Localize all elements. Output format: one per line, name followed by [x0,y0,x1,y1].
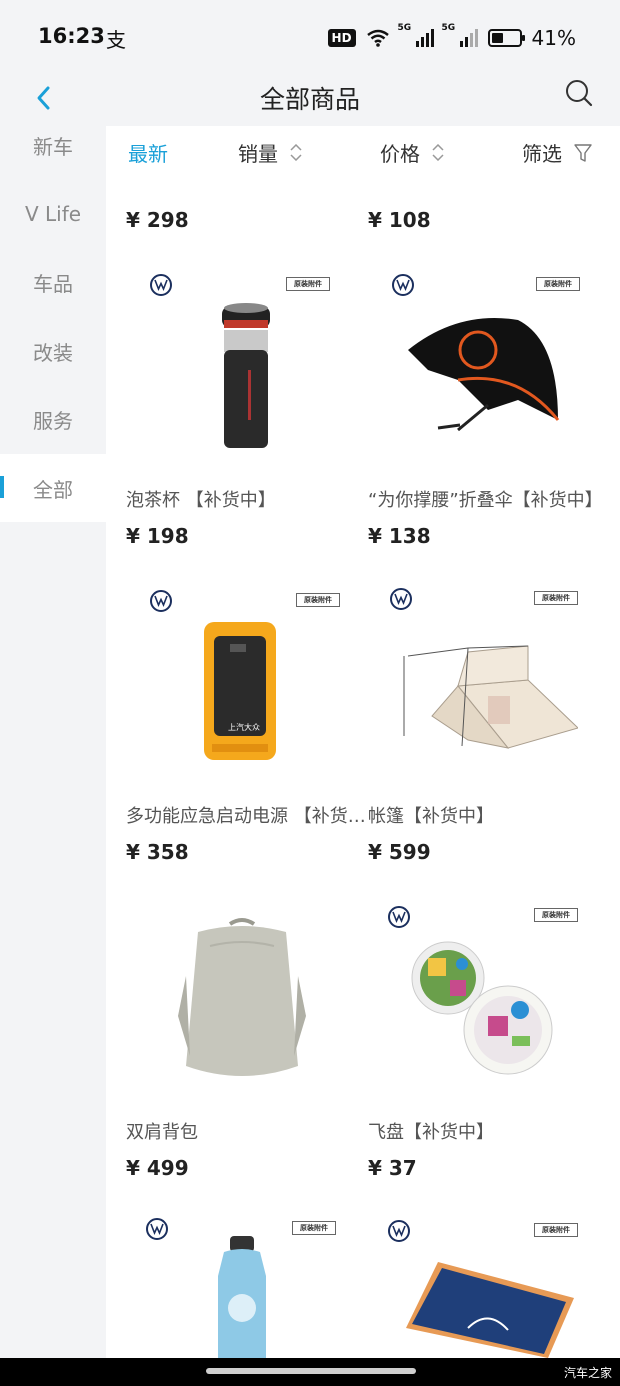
watermark: 汽车之家 [563,1366,612,1380]
sort-sales-label: 销量 [238,142,278,166]
product-list[interactable]: 最新 销量 价格 筛选 ¥ 298 ¥ 108 原装附件 泡茶杯 【补货中】 ¥… [106,126,620,1358]
product-price: ¥ 298 [126,208,189,232]
frisbee-image [411,941,553,1075]
battery-percent: 41% [531,26,576,50]
alipay-notification-icon: 支 [106,28,126,52]
filter-button[interactable]: 筛选 [522,138,592,167]
product-price: ¥ 499 [126,1156,189,1180]
sort-newest[interactable]: 最新 [128,138,168,167]
device-label: 上汽大众 [228,723,260,732]
sidebar-item-new-car[interactable]: 新车 [0,111,106,179]
product-card[interactable]: 原装附件 飞盘【补货中】 ¥ 37 [368,892,608,1192]
wifi-icon [366,29,389,47]
oem-accessory-tag: 原装附件 [534,591,578,605]
vw-logo-icon [388,906,410,928]
sidebar-item-car-products[interactable]: 车品 [0,248,106,316]
battery-icon [487,29,525,47]
sort-arrows-icon [432,144,444,161]
vw-logo-icon [388,1220,410,1242]
product-price: ¥ 358 [126,840,189,864]
oem-accessory-tag: 原装附件 [534,1223,578,1237]
product-card[interactable]: 原装附件 泡茶杯 【补货中】 ¥ 198 [126,260,366,560]
sidebar-item-modification[interactable]: 改装 [0,317,106,385]
vw-logo-icon [390,588,412,610]
backpack-image [178,918,306,1076]
status-bar: 16:23 支 HD 5G 5G 41% [0,0,620,72]
towel-image [406,1262,574,1358]
sort-price[interactable]: 价格 [380,138,444,167]
filter-icon [574,143,592,162]
vw-logo-icon [392,274,414,296]
product-card[interactable]: 原装附件 [368,1208,608,1358]
oem-accessory-tag: 原装附件 [286,277,330,291]
hd-voice-icon: HD [327,29,356,47]
sidebar-item-service[interactable]: 服务 [0,385,106,453]
water-bottle-image [218,1236,266,1358]
product-name: 多功能应急启动电源 【补货中】 [126,806,366,827]
status-indicators: HD 5G 5G 41% [327,23,576,50]
umbrella-image [408,318,560,432]
vw-logo-icon [146,1218,168,1240]
sort-price-label: 价格 [380,142,420,166]
product-price: ¥ 37 [368,1156,417,1180]
sort-bar: 最新 销量 价格 筛选 [106,126,620,178]
sidebar-item-v-life[interactable]: V Life [0,180,106,248]
product-name: “为你撑腰”折叠伞【补货中】 [368,490,603,511]
home-indicator[interactable] [206,1368,416,1374]
oem-accessory-tag: 原装附件 [536,277,580,291]
oem-accessory-tag: 原装附件 [296,593,340,607]
category-sidebar: 新车 V Life 车品 改装 服务 全部 [0,126,106,1358]
product-name: 帐篷【补货中】 [368,806,494,827]
sort-arrows-icon [290,144,302,161]
tea-cup-image [222,303,270,448]
system-nav-bar: 汽车之家 [0,1358,620,1386]
product-card[interactable]: 原装附件 上汽大众 多功能应急启动电源 【补货中】 ¥ 358 [126,576,366,876]
product-card[interactable]: 原装附件 “为你撑腰”折叠伞【补货中】 ¥ 138 [368,260,608,560]
tent-image [403,645,578,749]
filter-label: 筛选 [522,142,562,166]
product-name: 泡茶杯 【补货中】 [126,490,276,511]
jump-starter-image [204,622,276,760]
sort-newest-label: 最新 [128,142,168,166]
vw-logo-icon [150,274,172,296]
product-name: 双肩背包 [126,1122,198,1143]
signal-1-icon: 5G [398,23,434,47]
product-card[interactable]: 双肩背包 ¥ 499 [126,892,366,1192]
vw-logo-icon [150,590,172,612]
product-name: 飞盘【补货中】 [368,1122,494,1143]
product-price: ¥ 198 [126,524,189,548]
search-icon[interactable] [564,78,594,108]
oem-accessory-tag: 原装附件 [534,908,578,922]
status-time: 16:23 [38,24,105,48]
sort-sales[interactable]: 销量 [238,138,302,167]
product-price: ¥ 108 [368,208,431,232]
product-price: ¥ 138 [368,524,431,548]
product-card[interactable]: 原装附件 帐篷【补货中】 ¥ 599 [368,576,608,876]
product-card[interactable]: 原装附件 [126,1208,366,1358]
oem-accessory-tag: 原装附件 [292,1221,336,1235]
product-price: ¥ 599 [368,840,431,864]
signal-2-icon: 5G [442,23,478,47]
sidebar-item-all[interactable]: 全部 [0,454,106,522]
